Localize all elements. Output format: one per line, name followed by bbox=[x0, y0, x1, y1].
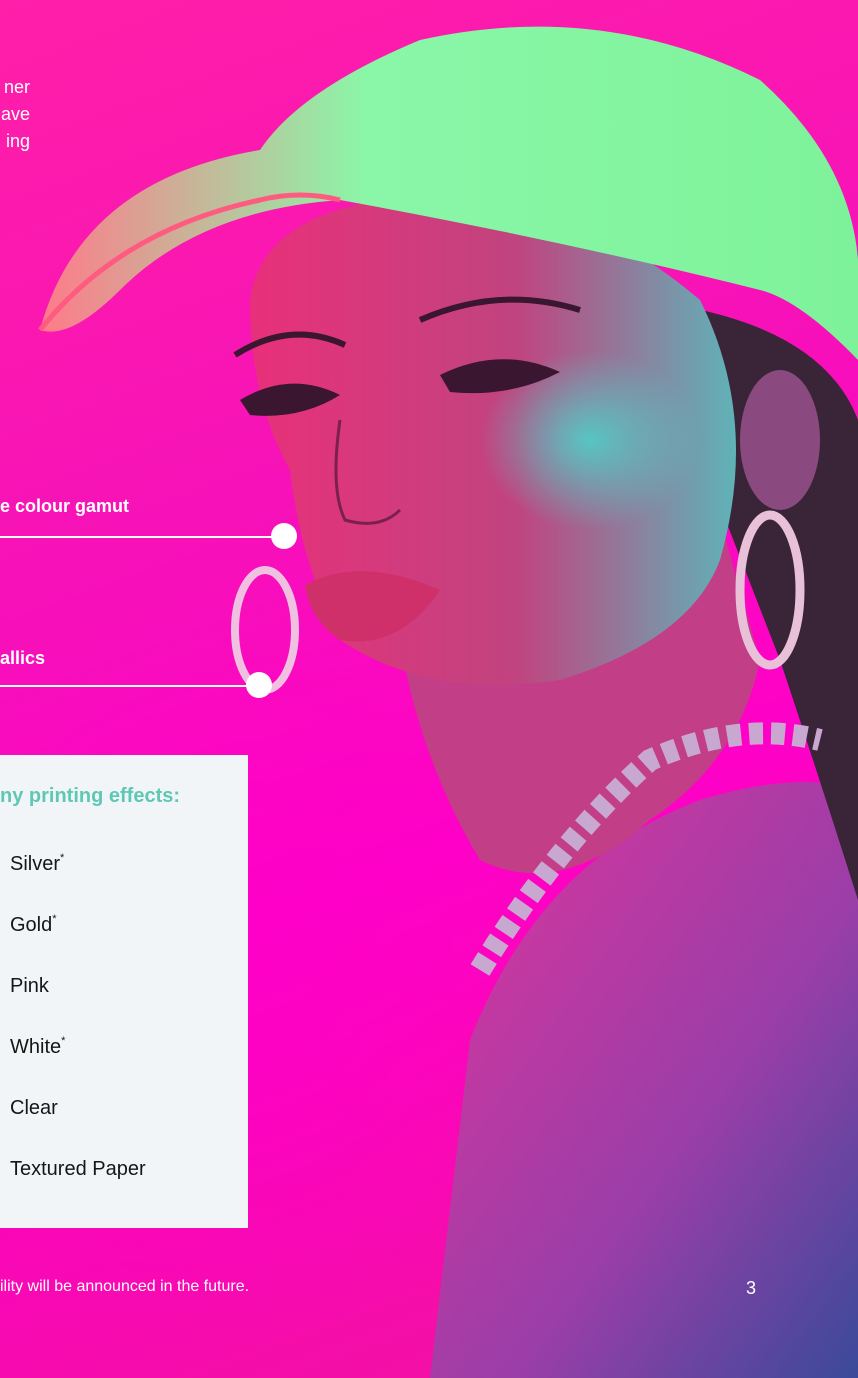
effect-item-white: White* bbox=[10, 1035, 66, 1058]
intro-text: ner ave ing e bbox=[0, 74, 30, 155]
callout-gamut-label: e colour gamut bbox=[0, 496, 130, 516]
effect-item-gold: Gold* bbox=[10, 913, 57, 936]
intro-line: ing bbox=[5, 131, 30, 151]
effect-item-textured-paper: Textured Paper bbox=[10, 1158, 146, 1180]
callout-metallics-dot bbox=[246, 672, 272, 698]
footnote: ility will be announced in the future. bbox=[0, 1278, 250, 1295]
brochure-page: ner ave ing e e colour gamut allics ny p… bbox=[0, 0, 858, 1378]
callout-metallics-label: allics bbox=[0, 648, 46, 668]
printing-effects-heading: ny printing effects: bbox=[0, 785, 181, 807]
effect-item-silver: Silver* bbox=[10, 852, 65, 875]
effect-item-clear: Clear bbox=[10, 1097, 58, 1119]
shirt-shape bbox=[430, 782, 858, 1378]
callout-metallics-line bbox=[0, 685, 250, 687]
printing-effects-panel: ny printing effects: Silver* Gold* Pink … bbox=[0, 755, 248, 1228]
page-number: 3 bbox=[746, 1278, 757, 1298]
effect-item-pink: Pink bbox=[10, 975, 49, 997]
callout-gamut-line bbox=[0, 536, 275, 538]
intro-line: ave bbox=[0, 104, 30, 124]
intro-line: ner bbox=[3, 77, 30, 97]
callout-gamut-dot bbox=[271, 523, 297, 549]
